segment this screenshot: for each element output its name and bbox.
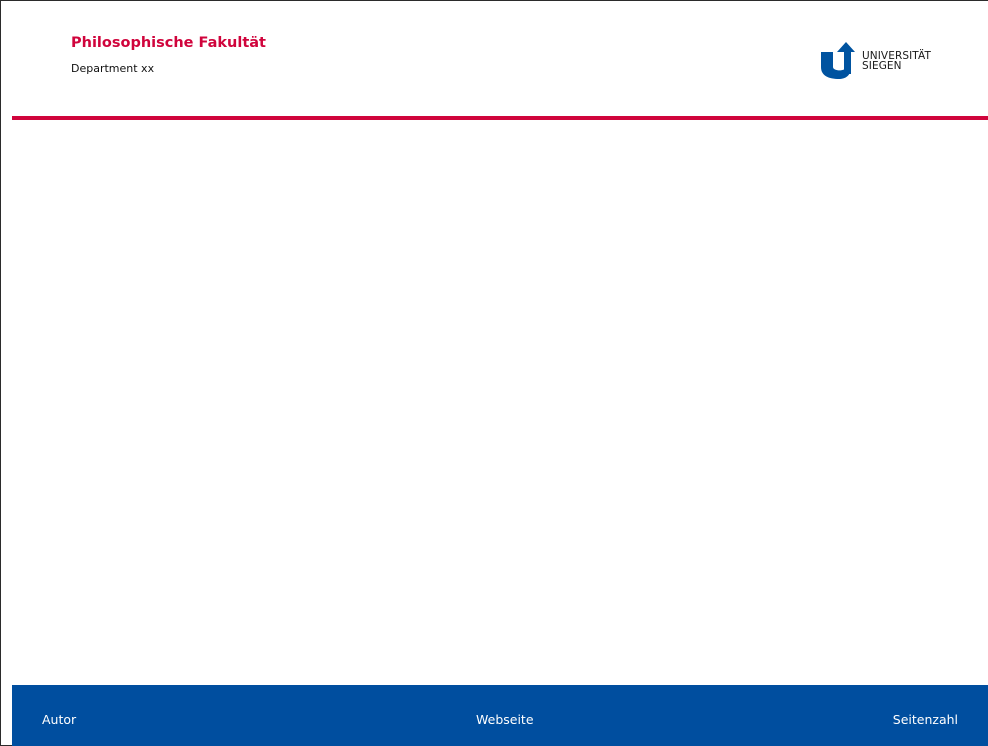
department-name: Department xx [71,62,155,75]
footer-author: Autor [42,712,77,727]
footer-website: Webseite [476,712,534,727]
footer-page-number: Seitenzahl [892,712,958,727]
logo-text-siegen: SIEGEN [862,60,902,72]
faculty-title: Philosophische Fakultät [71,35,266,51]
logo-arrow-shape [837,42,855,74]
university-logo: UNIVERSITÄT SIEGEN [821,42,961,79]
slide-content-area [1,120,988,685]
slide: Philosophische Fakultät Department xx UN… [0,0,988,746]
university-siegen-logo-icon [821,42,855,79]
slide-header: Philosophische Fakultät Department xx UN… [1,1,988,116]
slide-footer: Autor Webseite Seitenzahl [12,685,988,746]
logo-wordmark: UNIVERSITÄT SIEGEN [862,51,931,72]
